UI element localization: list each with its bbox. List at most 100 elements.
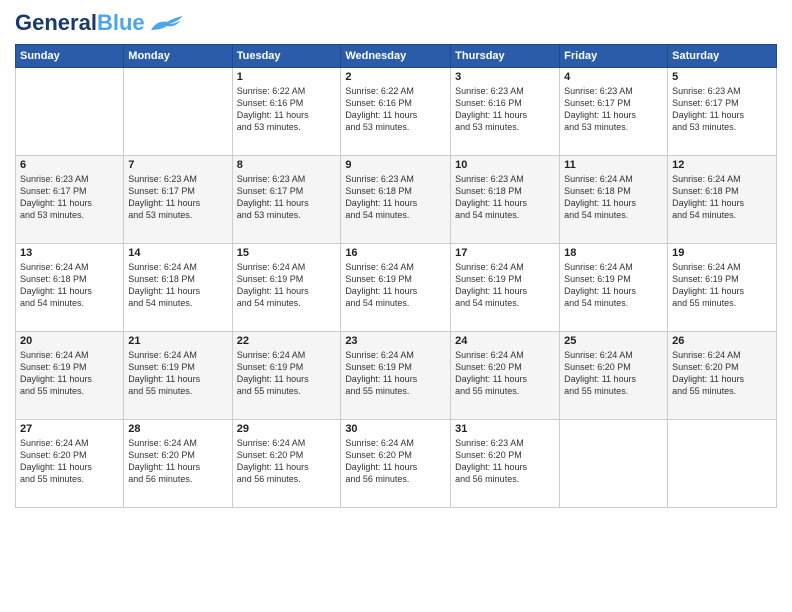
calendar-cell: 1 Sunrise: 6:22 AM Sunset: 6:16 PM Daylig… <box>232 68 341 156</box>
day-detail: Sunrise: 6:24 AM Sunset: 6:18 PM Dayligh… <box>20 261 119 310</box>
calendar-cell: 22Sunrise: 6:24 AM Sunset: 6:19 PM Dayli… <box>232 332 341 420</box>
day-number: 30 <box>345 423 446 435</box>
day-header-wednesday: Wednesday <box>341 45 451 68</box>
calendar-cell: 9 Sunrise: 6:23 AM Sunset: 6:18 PM Daylig… <box>341 156 451 244</box>
day-header-tuesday: Tuesday <box>232 45 341 68</box>
day-number: 29 <box>237 423 337 435</box>
calendar-cell <box>560 420 668 508</box>
calendar-cell: 3 Sunrise: 6:23 AM Sunset: 6:16 PM Daylig… <box>451 68 560 156</box>
day-detail: Sunrise: 6:23 AM Sunset: 6:17 PM Dayligh… <box>237 173 337 222</box>
day-number: 17 <box>455 247 555 259</box>
day-detail: Sunrise: 6:24 AM Sunset: 6:20 PM Dayligh… <box>564 349 663 398</box>
day-number: 7 <box>128 159 227 171</box>
day-detail: Sunrise: 6:24 AM Sunset: 6:20 PM Dayligh… <box>128 437 227 486</box>
day-number: 15 <box>237 247 337 259</box>
calendar-cell: 8 Sunrise: 6:23 AM Sunset: 6:17 PM Daylig… <box>232 156 341 244</box>
day-number: 27 <box>20 423 119 435</box>
day-detail: Sunrise: 6:24 AM Sunset: 6:18 PM Dayligh… <box>564 173 663 222</box>
day-detail: Sunrise: 6:22 AM Sunset: 6:16 PM Dayligh… <box>237 85 337 134</box>
day-detail: Sunrise: 6:24 AM Sunset: 6:20 PM Dayligh… <box>672 349 772 398</box>
day-number: 5 <box>672 71 772 83</box>
day-detail: Sunrise: 6:24 AM Sunset: 6:19 PM Dayligh… <box>128 349 227 398</box>
day-detail: Sunrise: 6:24 AM Sunset: 6:19 PM Dayligh… <box>564 261 663 310</box>
day-number: 20 <box>20 335 119 347</box>
calendar-cell: 12 Sunrise: 6:24 AM Sunset: 6:18 PM Dayli… <box>668 156 777 244</box>
calendar-cell: 7 Sunrise: 6:23 AM Sunset: 6:17 PM Daylig… <box>124 156 232 244</box>
day-number: 1 <box>237 71 337 83</box>
day-number: 13 <box>20 247 119 259</box>
day-detail: Sunrise: 6:23 AM Sunset: 6:17 PM Dayligh… <box>20 173 119 222</box>
day-detail: Sunrise: 6:24 AM Sunset: 6:19 PM Dayligh… <box>20 349 119 398</box>
day-detail: Sunrise: 6:24 AM Sunset: 6:19 PM Dayligh… <box>237 261 337 310</box>
calendar-cell: 21 Sunrise: 6:24 AM Sunset: 6:19 PM Dayli… <box>124 332 232 420</box>
calendar-cell: 2 Sunrise: 6:22 AM Sunset: 6:16 PM Daylig… <box>341 68 451 156</box>
calendar-cell <box>668 420 777 508</box>
day-number: 18 <box>564 247 663 259</box>
calendar-cell: 13 Sunrise: 6:24 AM Sunset: 6:18 PM Dayli… <box>16 244 124 332</box>
day-number: 26 <box>672 335 772 347</box>
calendar-cell: 4 Sunrise: 6:23 AM Sunset: 6:17 PM Daylig… <box>560 68 668 156</box>
day-number: 2 <box>345 71 446 83</box>
day-detail: Sunrise: 6:23 AM Sunset: 6:16 PM Dayligh… <box>455 85 555 134</box>
calendar-cell: 25 Sunrise: 6:24 AM Sunset: 6:20 PM Dayli… <box>560 332 668 420</box>
calendar-cell: 29Sunrise: 6:24 AM Sunset: 6:20 PM Dayli… <box>232 420 341 508</box>
calendar-cell: 26 Sunrise: 6:24 AM Sunset: 6:20 PM Dayli… <box>668 332 777 420</box>
day-number: 11 <box>564 159 663 171</box>
day-number: 8 <box>237 159 337 171</box>
day-number: 21 <box>128 335 227 347</box>
calendar-week-2: 6Sunrise: 6:23 AM Sunset: 6:17 PM Daylig… <box>16 156 777 244</box>
day-detail: Sunrise: 6:23 AM Sunset: 6:17 PM Dayligh… <box>128 173 227 222</box>
day-number: 9 <box>345 159 446 171</box>
day-detail: Sunrise: 6:24 AM Sunset: 6:19 PM Dayligh… <box>345 261 446 310</box>
calendar-cell: 16 Sunrise: 6:24 AM Sunset: 6:19 PM Dayli… <box>341 244 451 332</box>
calendar-cell: 11 Sunrise: 6:24 AM Sunset: 6:18 PM Dayli… <box>560 156 668 244</box>
calendar-cell: 20 Sunrise: 6:24 AM Sunset: 6:19 PM Dayli… <box>16 332 124 420</box>
day-detail: Sunrise: 6:23 AM Sunset: 6:18 PM Dayligh… <box>345 173 446 222</box>
calendar-cell: 18 Sunrise: 6:24 AM Sunset: 6:19 PM Dayli… <box>560 244 668 332</box>
day-detail: Sunrise: 6:22 AM Sunset: 6:16 PM Dayligh… <box>345 85 446 134</box>
day-detail: Sunrise: 6:24 AM Sunset: 6:18 PM Dayligh… <box>672 173 772 222</box>
calendar-cell: 6Sunrise: 6:23 AM Sunset: 6:17 PM Daylig… <box>16 156 124 244</box>
calendar-cell: 27 Sunrise: 6:24 AM Sunset: 6:20 PM Dayli… <box>16 420 124 508</box>
day-number: 23 <box>345 335 446 347</box>
calendar-cell: 31 Sunrise: 6:23 AM Sunset: 6:20 PM Dayli… <box>451 420 560 508</box>
calendar-cell <box>16 68 124 156</box>
day-detail: Sunrise: 6:24 AM Sunset: 6:19 PM Dayligh… <box>345 349 446 398</box>
calendar-cell: 5Sunrise: 6:23 AM Sunset: 6:17 PM Daylig… <box>668 68 777 156</box>
day-number: 19 <box>672 247 772 259</box>
day-detail: Sunrise: 6:24 AM Sunset: 6:19 PM Dayligh… <box>237 349 337 398</box>
day-number: 16 <box>345 247 446 259</box>
logo: GeneralBlue <box>15 10 185 36</box>
calendar-cell: 28 Sunrise: 6:24 AM Sunset: 6:20 PM Dayli… <box>124 420 232 508</box>
day-detail: Sunrise: 6:24 AM Sunset: 6:20 PM Dayligh… <box>455 349 555 398</box>
day-detail: Sunrise: 6:24 AM Sunset: 6:19 PM Dayligh… <box>672 261 772 310</box>
calendar-cell: 24 Sunrise: 6:24 AM Sunset: 6:20 PM Dayli… <box>451 332 560 420</box>
day-number: 12 <box>672 159 772 171</box>
calendar-cell: 10 Sunrise: 6:23 AM Sunset: 6:18 PM Dayli… <box>451 156 560 244</box>
day-detail: Sunrise: 6:23 AM Sunset: 6:17 PM Dayligh… <box>564 85 663 134</box>
day-detail: Sunrise: 6:23 AM Sunset: 6:18 PM Dayligh… <box>455 173 555 222</box>
day-number: 10 <box>455 159 555 171</box>
calendar-week-5: 27 Sunrise: 6:24 AM Sunset: 6:20 PM Dayli… <box>16 420 777 508</box>
day-number: 31 <box>455 423 555 435</box>
calendar-week-1: 1 Sunrise: 6:22 AM Sunset: 6:16 PM Daylig… <box>16 68 777 156</box>
logo-text: GeneralBlue <box>15 10 145 36</box>
day-header-friday: Friday <box>560 45 668 68</box>
calendar-cell: 15 Sunrise: 6:24 AM Sunset: 6:19 PM Dayli… <box>232 244 341 332</box>
day-number: 28 <box>128 423 227 435</box>
logo-bird-icon <box>149 12 185 34</box>
day-detail: Sunrise: 6:23 AM Sunset: 6:20 PM Dayligh… <box>455 437 555 486</box>
day-header-sunday: Sunday <box>16 45 124 68</box>
calendar-cell: 17Sunrise: 6:24 AM Sunset: 6:19 PM Dayli… <box>451 244 560 332</box>
day-header-thursday: Thursday <box>451 45 560 68</box>
day-number: 4 <box>564 71 663 83</box>
calendar-week-4: 20 Sunrise: 6:24 AM Sunset: 6:19 PM Dayli… <box>16 332 777 420</box>
day-number: 24 <box>455 335 555 347</box>
calendar-cell: 14Sunrise: 6:24 AM Sunset: 6:18 PM Dayli… <box>124 244 232 332</box>
calendar-cell: 19 Sunrise: 6:24 AM Sunset: 6:19 PM Dayli… <box>668 244 777 332</box>
day-number: 25 <box>564 335 663 347</box>
day-detail: Sunrise: 6:24 AM Sunset: 6:20 PM Dayligh… <box>345 437 446 486</box>
day-detail: Sunrise: 6:24 AM Sunset: 6:20 PM Dayligh… <box>20 437 119 486</box>
calendar-cell: 30 Sunrise: 6:24 AM Sunset: 6:20 PM Dayli… <box>341 420 451 508</box>
day-number: 3 <box>455 71 555 83</box>
